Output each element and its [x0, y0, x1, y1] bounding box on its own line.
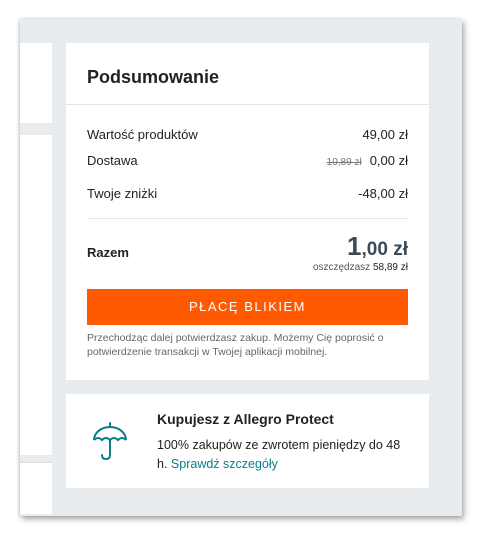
allegro-protect-card: Kupujesz z Allegro Protect 100% zakupów … — [66, 394, 429, 488]
discounts-label: Twoje zniżki — [87, 186, 158, 201]
delivery-label: Dostawa — [87, 153, 138, 168]
savings-value: 58,89 zł — [372, 262, 408, 273]
savings-text: oszczędzasz 58,89 zł — [313, 262, 408, 273]
total-integer: 1 — [347, 231, 362, 261]
total-value: 1,00 zł — [347, 231, 408, 262]
purchase-disclaimer: Przechodząc dalej potwierdzasz zakup. Mo… — [87, 332, 384, 358]
discounts-value: -48,00 zł — [358, 186, 408, 201]
protect-description: 100% zakupów ze zwrotem pieniędzy do 48 … — [157, 436, 407, 474]
pay-with-blik-button[interactable]: PŁACĘ BLIKIEM — [87, 289, 408, 325]
order-summary-card: Podsumowanie Wartość produktów 49,00 zł … — [66, 43, 429, 380]
discounts-row: Twoje zniżki -48,00 zł — [87, 186, 408, 204]
protect-title: Kupujesz z Allegro Protect — [157, 411, 334, 427]
products-value-row: Wartość produktów 49,00 zł — [87, 127, 408, 145]
divider — [66, 104, 429, 105]
products-label: Wartość produktów — [87, 127, 198, 142]
products-value: 49,00 zł — [362, 127, 408, 142]
umbrella-icon — [93, 422, 127, 461]
left-panel-top — [20, 43, 52, 123]
savings-label: oszczędzasz — [312, 262, 371, 273]
divider — [87, 218, 408, 219]
left-panel-bottom — [20, 462, 52, 514]
left-panel-middle — [20, 135, 52, 455]
total-label: Razem — [87, 245, 129, 260]
left-column — [20, 43, 52, 516]
delivery-old-price: 10,89 zł — [326, 157, 362, 168]
delivery-price: 0,00 zł — [369, 153, 408, 168]
total-fraction: ,00 zł — [361, 239, 408, 260]
summary-title: Podsumowanie — [87, 67, 220, 87]
checkout-window: Podsumowanie Wartość produktów 49,00 zł … — [20, 19, 462, 516]
check-details-link[interactable]: Sprawdź szczegóły — [171, 457, 278, 471]
delivery-values: 10,89 zł 0,00 zł — [327, 153, 408, 168]
delivery-row: Dostawa 10,89 zł 0,00 zł — [87, 153, 408, 171]
